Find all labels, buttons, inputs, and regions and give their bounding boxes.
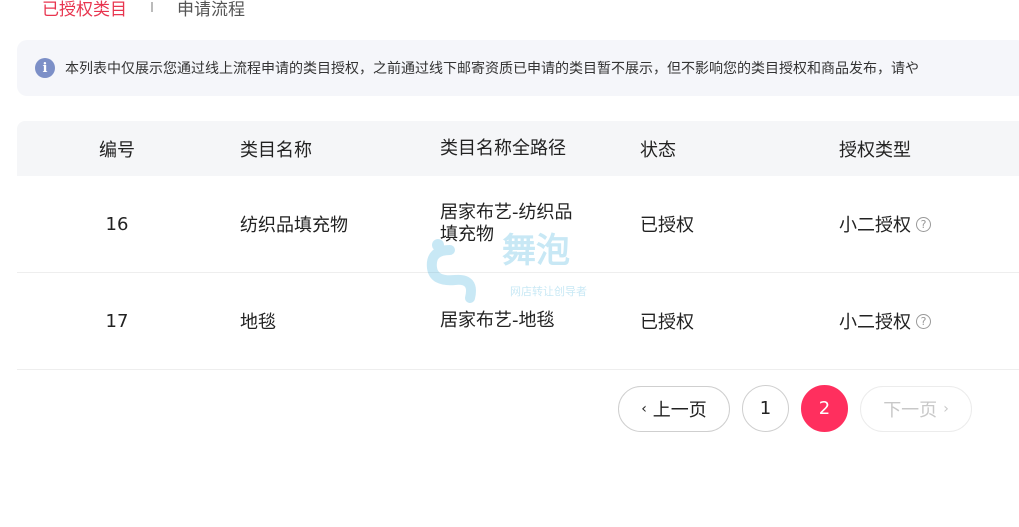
row-auth-type-cell: 小二授权 ? xyxy=(839,273,1019,369)
page-1-button[interactable]: 1 xyxy=(742,385,789,432)
tab-divider xyxy=(151,2,153,12)
row-category-name: 纺织品填充物 xyxy=(240,215,348,236)
help-icon[interactable]: ? xyxy=(916,216,931,232)
notice-banner: i 本列表中仅展示您通过线上流程申请的类目授权，之前通过线下邮寄资质已申请的类目… xyxy=(17,40,1019,96)
header-id: 编号 xyxy=(99,139,135,161)
tab-authorized-categories[interactable]: 已授权类目 xyxy=(42,0,127,20)
table-header: 编号 类目名称 类目名称全路径 状态 授权类型 xyxy=(17,121,1019,176)
row-category-name: 地毯 xyxy=(240,312,276,333)
row-status: 已授权 xyxy=(640,312,694,333)
header-category-path: 类目名称全路径 xyxy=(440,137,566,159)
table-row: 16 纺织品填充物 居家布艺-纺织品填充物 已授权 小二授权 ? xyxy=(17,176,1019,273)
tab-bar: 已授权类目 申请流程 xyxy=(42,0,245,20)
row-auth-type-cell: 小二授权 ? xyxy=(839,176,1019,272)
prev-page-label: 上一页 xyxy=(652,399,707,421)
header-status: 状态 xyxy=(640,139,676,161)
row-id: 17 xyxy=(105,310,129,332)
page-2-button[interactable]: 2 xyxy=(801,385,848,432)
pagination: ‹ 上一页 1 2 下一页 › xyxy=(618,385,972,432)
prev-page-button[interactable]: ‹ 上一页 xyxy=(618,385,730,432)
header-auth-type: 授权类型 xyxy=(839,139,911,161)
chevron-left-icon: ‹ xyxy=(641,400,647,417)
chevron-right-icon: › xyxy=(943,400,949,417)
category-table: 编号 类目名称 类目名称全路径 状态 授权类型 16 纺织品填充物 居家布艺-纺… xyxy=(17,121,1019,370)
row-id: 16 xyxy=(105,213,129,235)
table-row: 17 地毯 居家布艺-地毯 已授权 小二授权 ? xyxy=(17,273,1019,370)
row-category-path: 居家布艺-纺织品填充物 xyxy=(440,202,573,245)
info-icon: i xyxy=(35,58,55,78)
row-auth-type: 小二授权 xyxy=(839,312,911,333)
notice-text: 本列表中仅展示您通过线上流程申请的类目授权，之前通过线下邮寄资质已申请的类目暂不… xyxy=(65,61,919,77)
help-icon[interactable]: ? xyxy=(916,313,931,329)
tab-application-process[interactable]: 申请流程 xyxy=(177,0,245,20)
header-category-name: 类目名称 xyxy=(240,139,312,161)
row-auth-type: 小二授权 xyxy=(839,215,911,236)
next-page-button[interactable]: 下一页 › xyxy=(860,385,972,432)
next-page-label: 下一页 xyxy=(883,399,938,421)
row-status: 已授权 xyxy=(640,215,694,236)
row-category-path: 居家布艺-地毯 xyxy=(440,310,555,331)
